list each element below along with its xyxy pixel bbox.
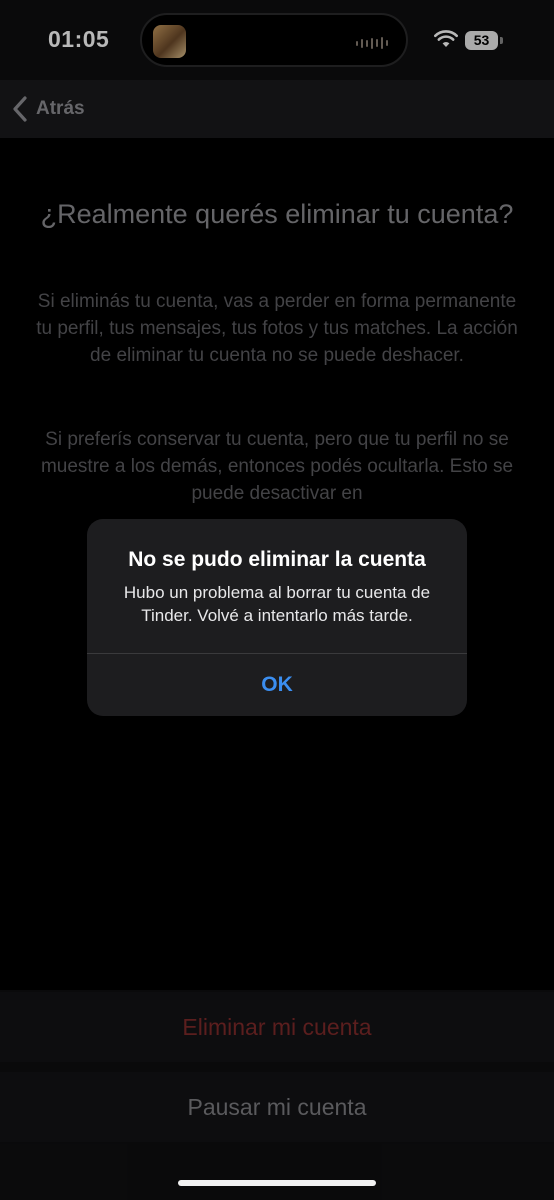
alert-ok-button[interactable]: OK: [87, 654, 467, 716]
home-indicator[interactable]: [178, 1180, 376, 1186]
error-alert-dialog: No se pudo eliminar la cuenta Hubo un pr…: [87, 519, 467, 716]
alert-message: Hubo un problema al borrar tu cuenta de …: [123, 583, 431, 625]
alert-title: No se pudo eliminar la cuenta: [128, 548, 426, 571]
